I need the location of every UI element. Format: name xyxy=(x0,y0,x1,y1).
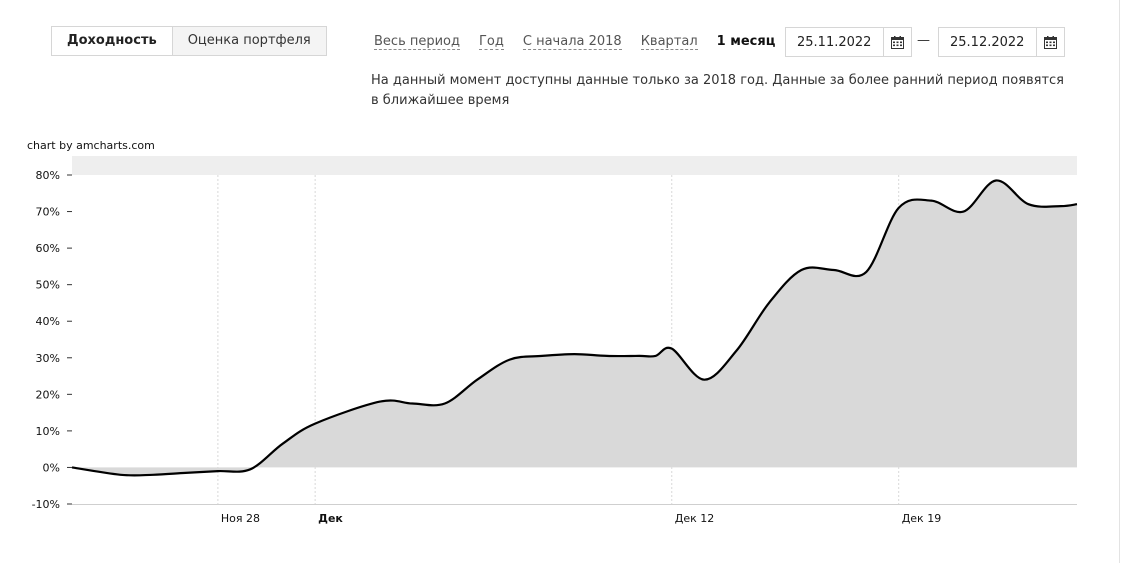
y-tick-label: 60% xyxy=(36,242,60,255)
y-tick-label: -10% xyxy=(32,498,60,511)
x-tick-label: Ноя 28 xyxy=(221,512,260,525)
plot-top-band xyxy=(72,156,1077,175)
y-tick-label: 50% xyxy=(36,279,60,292)
y-tick-label: 20% xyxy=(36,388,60,401)
yield-chart: -10% 0% 10% 20% 30% 40% 50% 60% 70% 80% Ноя 28 Дек Д… xyxy=(32,156,1078,525)
x-tick-label: Дек 19 xyxy=(902,512,942,525)
y-tick-label: 0% xyxy=(43,461,60,474)
x-tick-label: Дек 12 xyxy=(675,512,715,525)
y-tick-label: 80% xyxy=(36,169,60,182)
y-tick-label: 30% xyxy=(36,352,60,365)
y-tick-label: 40% xyxy=(36,315,60,328)
y-tick-label: 10% xyxy=(36,425,60,438)
series-area xyxy=(72,180,1077,476)
x-tick-label: Дек xyxy=(318,512,343,525)
y-tick-label: 70% xyxy=(36,206,60,219)
